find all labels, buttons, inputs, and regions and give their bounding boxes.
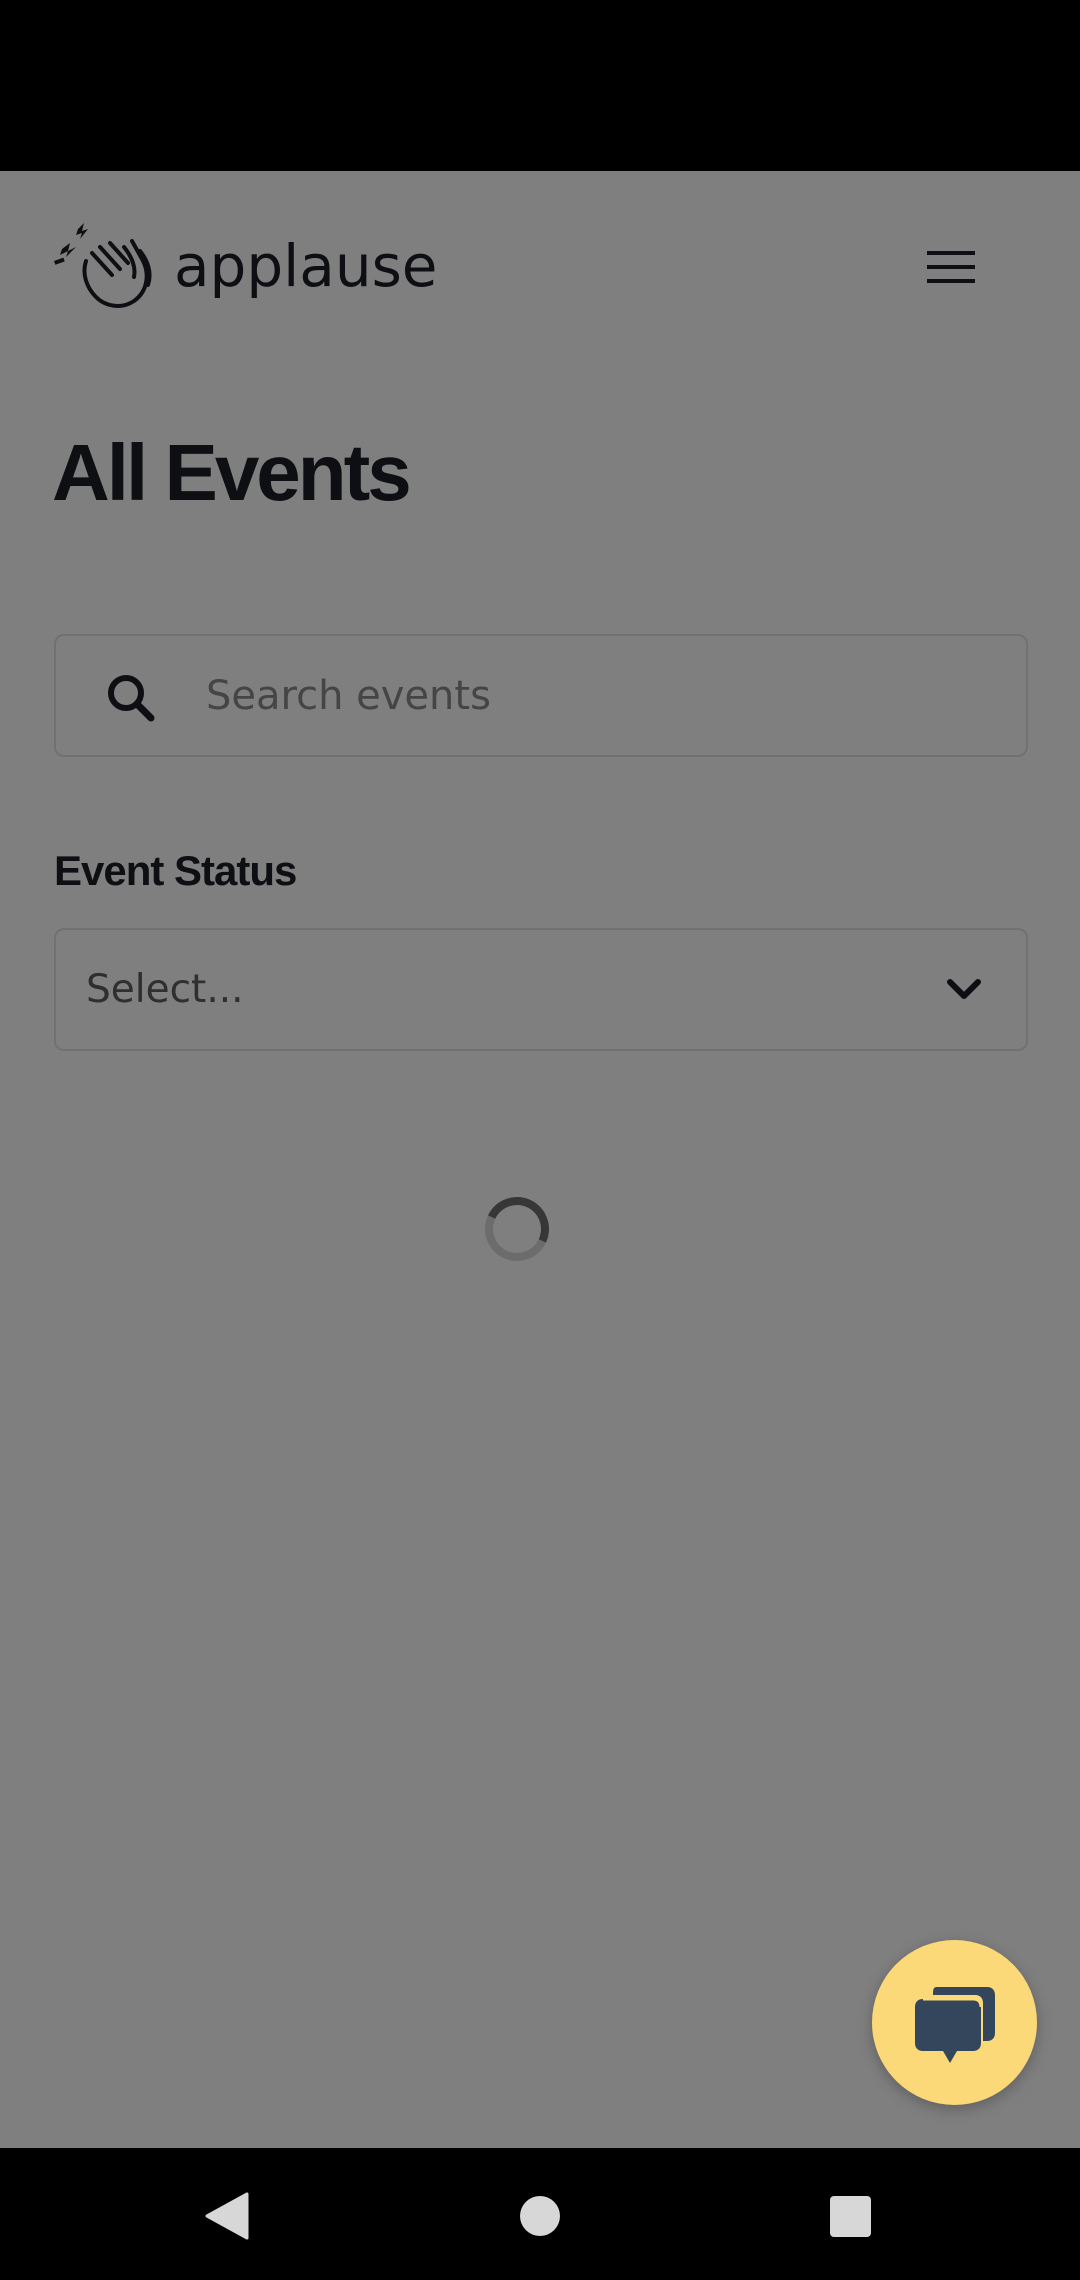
- status-bar: [0, 0, 1080, 171]
- dim-overlay[interactable]: [0, 171, 1080, 2148]
- recents-square-icon[interactable]: [830, 2196, 871, 2237]
- home-circle-icon[interactable]: [520, 2196, 560, 2236]
- back-triangle-icon[interactable]: [205, 2192, 249, 2240]
- app-screen: applause All Events Event Status Select.…: [0, 171, 1080, 2148]
- chat-bubbles-icon: [914, 1986, 995, 2063]
- chat-button[interactable]: [872, 1940, 1037, 2105]
- system-navigation-bar: [0, 2148, 1080, 2280]
